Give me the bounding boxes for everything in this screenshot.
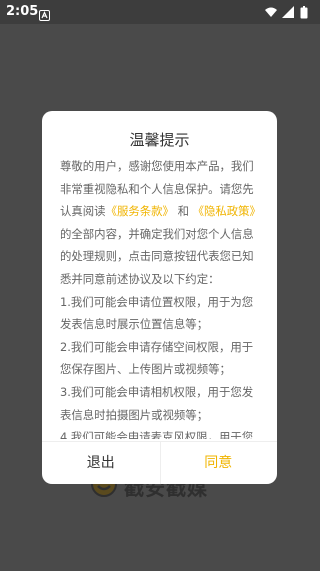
dialog-body[interactable]: 尊敬的用户，感谢您使用本产品，我们非常重视隐私和个人信息保护。请您先认真阅读《服… — [60, 155, 263, 439]
and-text: 和 — [177, 204, 189, 219]
service-terms-link[interactable]: 《服务条款》 — [106, 204, 174, 218]
intro-text-2: 的全部内容，并确定我们对您个人信息的处理规则，点击同意按钮代表您已知悉并同意前述… — [60, 226, 254, 286]
exit-button[interactable]: 退出 — [42, 442, 160, 484]
status-icons — [264, 5, 314, 19]
permission-item-microphone: 4.我们可能会申请麦克风权限，用于您 — [60, 430, 254, 439]
permission-item-storage: 2.我们可能会申请存储空间权限，用于您保存图片、上传图片或视频等； — [60, 339, 254, 377]
privacy-dialog: 温馨提示 尊敬的用户，感谢您使用本产品，我们非常重视隐私和个人信息保护。请您先认… — [42, 111, 277, 484]
app-notification-icon — [39, 6, 50, 21]
dialog-title: 温馨提示 — [129, 131, 190, 149]
permission-item-location: 1.我们可能会申请位置权限，用于为您发表信息时展示位置信息等； — [60, 294, 254, 332]
intro-paragraph: 尊敬的用户，感谢您使用本产品，我们非常重视隐私和个人信息保护。请您先认真阅读《服… — [60, 155, 263, 291]
signal-icon — [282, 6, 294, 18]
permission-item-camera: 3.我们可能会申请相机权限，用于您发表信息时拍摄图片或视频等； — [60, 384, 254, 422]
battery-icon — [300, 6, 308, 19]
privacy-policy-link[interactable]: 《隐私政策》 — [193, 204, 261, 218]
status-bar: 2:05 — [0, 0, 320, 24]
agree-button[interactable]: 同意 — [160, 442, 278, 484]
status-time: 2:05 — [6, 4, 39, 19]
dialog-footer: 退出 同意 — [42, 441, 277, 484]
wifi-icon — [265, 7, 277, 17]
